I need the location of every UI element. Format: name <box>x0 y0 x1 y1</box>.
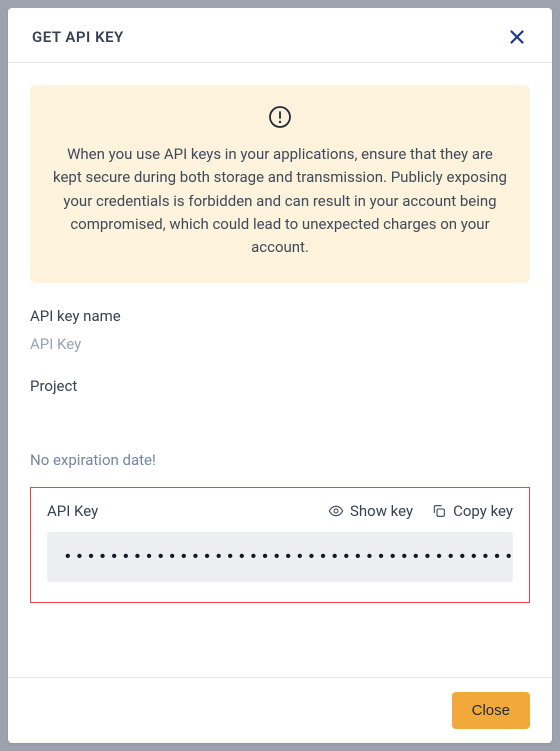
modal-footer: Close <box>8 677 552 743</box>
close-button[interactable]: Close <box>452 692 530 729</box>
api-key-label: API Key <box>47 502 98 520</box>
eye-icon <box>328 503 344 519</box>
api-key-name-group: API key name API Key <box>30 307 530 353</box>
warning-text: When you use API keys in your applicatio… <box>52 143 508 259</box>
copy-icon <box>431 503 447 519</box>
project-group: Project <box>30 377 530 395</box>
warning-banner: When you use API keys in your applicatio… <box>30 85 530 283</box>
expiration-text: No expiration date! <box>30 451 530 469</box>
warning-icon <box>268 105 292 129</box>
modal-header: GET API KEY <box>8 8 552 63</box>
api-key-header: API Key Show key Copy <box>47 502 513 520</box>
show-key-button[interactable]: Show key <box>328 502 413 520</box>
close-icon-button[interactable] <box>506 26 528 48</box>
project-label: Project <box>30 377 530 395</box>
show-key-label: Show key <box>350 502 413 520</box>
copy-key-button[interactable]: Copy key <box>431 502 513 520</box>
api-key-name-value: API Key <box>30 335 530 353</box>
api-key-actions: Show key Copy key <box>328 502 513 520</box>
copy-key-label: Copy key <box>453 502 513 520</box>
api-key-name-label: API key name <box>30 307 530 325</box>
get-api-key-modal: GET API KEY When you use API keys in you… <box>8 8 552 743</box>
modal-body: When you use API keys in your applicatio… <box>8 63 552 677</box>
api-key-masked-value[interactable]: ••••••••••••••••••••••••••••••••••••••••… <box>47 532 513 582</box>
close-icon <box>506 26 528 48</box>
api-key-box: API Key Show key Copy <box>30 487 530 603</box>
modal-title: GET API KEY <box>32 28 124 46</box>
